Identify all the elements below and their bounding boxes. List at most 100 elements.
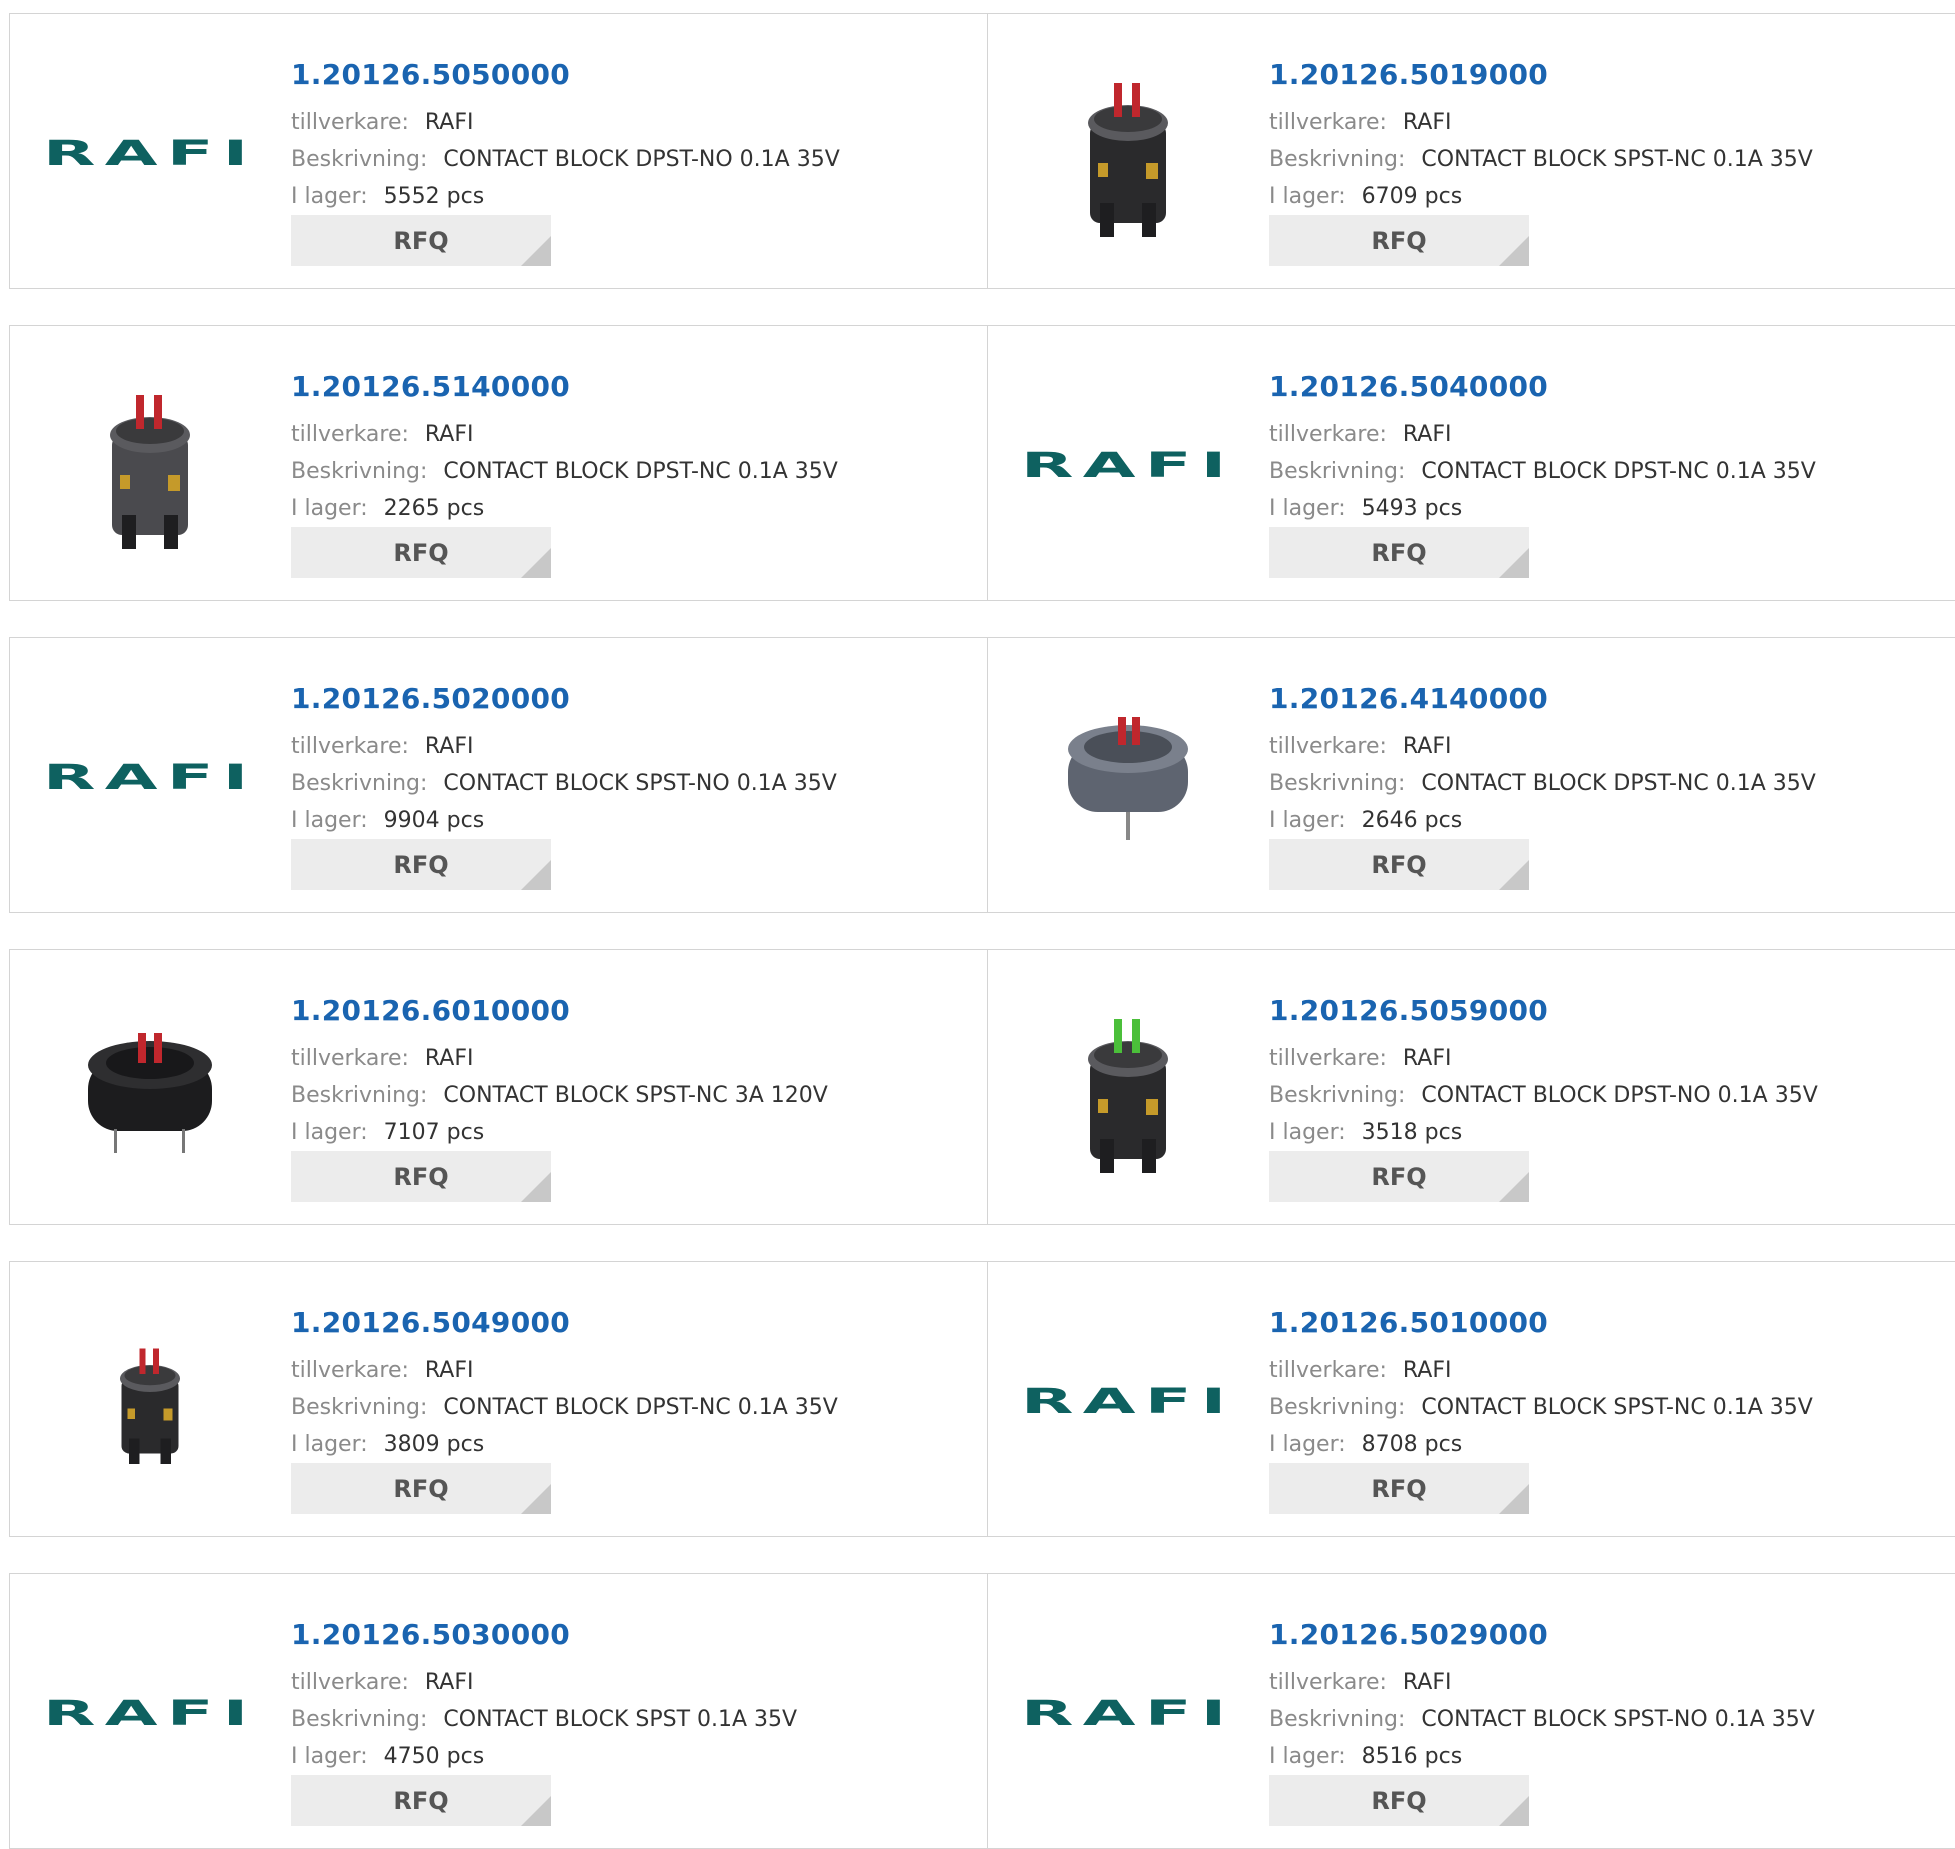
stock-line: I lager: 9904 pcs xyxy=(291,808,484,834)
manufacturer-value: RAFI xyxy=(1402,1670,1452,1695)
corner-triangle-icon xyxy=(1499,1796,1529,1826)
product-thumbnail[interactable] xyxy=(1028,989,1228,1189)
rfq-button[interactable]: RFQ xyxy=(1269,215,1529,266)
stock-value: 6709 pcs xyxy=(1361,184,1463,209)
product-thumbnail[interactable]: RAFI xyxy=(43,677,250,877)
rfq-button[interactable]: RFQ xyxy=(291,527,551,578)
product-card: RAFI 1.20126.5010000 tillverkare: RAFI Beskr… xyxy=(987,1262,1955,1536)
description-label: Beskrivning: xyxy=(291,1395,428,1420)
part-number-link[interactable]: 1.20126.6010000 xyxy=(291,994,570,1027)
part-number-link[interactable]: 1.20126.5040000 xyxy=(1269,370,1548,403)
product-row: RAFI 1.20126.5020000 tillverkare: RAFI Beskr… xyxy=(9,637,1955,913)
description-label: Beskrivning: xyxy=(1269,1395,1406,1420)
description-line: Beskrivning: CONTACT BLOCK DPST-NC 0.1A 3… xyxy=(291,1395,838,1421)
manufacturer-line: tillverkare: RAFI xyxy=(1269,734,1452,760)
product-card: RAFI 1.20126.5040000 tillverkare: RAFI Beskr… xyxy=(987,326,1955,600)
stock-label: I lager: xyxy=(291,1744,368,1769)
part-number-link[interactable]: 1.20126.5050000 xyxy=(291,58,570,91)
product-thumbnail[interactable] xyxy=(50,365,250,565)
rafi-logo: RAFI xyxy=(1020,445,1236,485)
stock-value: 5552 pcs xyxy=(383,184,485,209)
rfq-label: RFQ xyxy=(1371,1786,1427,1815)
product-thumbnail[interactable] xyxy=(50,989,250,1189)
description-line: Beskrivning: CONTACT BLOCK SPST-NO 0.1A 3… xyxy=(1269,1707,1815,1733)
description-line: Beskrivning: CONTACT BLOCK SPST 0.1A 35V xyxy=(291,1707,797,1733)
product-thumbnail[interactable]: RAFI xyxy=(1021,365,1228,565)
product-photo xyxy=(110,395,190,549)
manufacturer-line: tillverkare: RAFI xyxy=(291,734,474,760)
stock-line: I lager: 5493 pcs xyxy=(1269,496,1462,522)
product-card: 1.20126.5140000 tillverkare: RAFI Beskrivni… xyxy=(10,326,987,600)
product-thumbnail[interactable] xyxy=(50,1301,250,1501)
product-thumbnail[interactable]: RAFI xyxy=(1021,1301,1228,1501)
stock-value: 2265 pcs xyxy=(383,496,485,521)
stock-value: 8708 pcs xyxy=(1361,1432,1463,1457)
manufacturer-label: tillverkare: xyxy=(291,422,409,447)
manufacturer-label: tillverkare: xyxy=(1269,1046,1387,1071)
product-card: RAFI 1.20126.5030000 tillverkare: RAFI Beskr… xyxy=(10,1574,987,1848)
rfq-label: RFQ xyxy=(1371,226,1427,255)
product-card: 1.20126.4140000 tillverkare: RAFI Beskrivni… xyxy=(987,638,1955,912)
rfq-button[interactable]: RFQ xyxy=(1269,1463,1529,1514)
corner-triangle-icon xyxy=(1499,548,1529,578)
manufacturer-label: tillverkare: xyxy=(1269,110,1387,135)
manufacturer-line: tillverkare: RAFI xyxy=(1269,110,1452,136)
part-number-link[interactable]: 1.20126.5029000 xyxy=(1269,1618,1548,1651)
part-number-link[interactable]: 1.20126.5140000 xyxy=(291,370,570,403)
stock-label: I lager: xyxy=(291,1432,368,1457)
product-thumbnail[interactable]: RAFI xyxy=(43,53,250,253)
manufacturer-value: RAFI xyxy=(424,1670,474,1695)
stock-line: I lager: 7107 pcs xyxy=(291,1120,484,1146)
product-thumbnail[interactable]: RAFI xyxy=(1021,1613,1228,1813)
product-thumbnail[interactable]: RAFI xyxy=(43,1613,250,1813)
part-number-link[interactable]: 1.20126.5049000 xyxy=(291,1306,570,1339)
product-photo xyxy=(1088,1019,1168,1173)
part-number-link[interactable]: 1.20126.4140000 xyxy=(1269,682,1548,715)
manufacturer-label: tillverkare: xyxy=(291,1046,409,1071)
product-card: RAFI 1.20126.5020000 tillverkare: RAFI Beskr… xyxy=(10,638,987,912)
part-number-link[interactable]: 1.20126.5059000 xyxy=(1269,994,1548,1027)
rfq-button[interactable]: RFQ xyxy=(291,215,551,266)
rfq-button[interactable]: RFQ xyxy=(1269,1775,1529,1826)
description-value: CONTACT BLOCK DPST-NC 0.1A 35V xyxy=(443,1395,838,1420)
rfq-button[interactable]: RFQ xyxy=(291,1775,551,1826)
manufacturer-value: RAFI xyxy=(1402,1358,1452,1383)
description-value: CONTACT BLOCK SPST-NC 0.1A 35V xyxy=(1421,1395,1813,1420)
rfq-button[interactable]: RFQ xyxy=(1269,839,1529,890)
description-line: Beskrivning: CONTACT BLOCK DPST-NO 0.1A 3… xyxy=(1269,1083,1818,1109)
description-value: CONTACT BLOCK DPST-NC 0.1A 35V xyxy=(1421,771,1816,796)
rfq-label: RFQ xyxy=(393,850,449,879)
corner-triangle-icon xyxy=(1499,236,1529,266)
part-number-link[interactable]: 1.20126.5030000 xyxy=(291,1618,570,1651)
part-number-link[interactable]: 1.20126.5019000 xyxy=(1269,58,1548,91)
manufacturer-line: tillverkare: RAFI xyxy=(1269,1670,1452,1696)
manufacturer-line: tillverkare: RAFI xyxy=(1269,1358,1452,1384)
rfq-button[interactable]: RFQ xyxy=(1269,527,1529,578)
product-photo xyxy=(1088,83,1168,237)
stock-line: I lager: 8516 pcs xyxy=(1269,1744,1462,1770)
rfq-button[interactable]: RFQ xyxy=(291,1151,551,1202)
stock-line: I lager: 4750 pcs xyxy=(291,1744,484,1770)
description-label: Beskrivning: xyxy=(1269,459,1406,484)
rfq-button[interactable]: RFQ xyxy=(1269,1151,1529,1202)
product-thumbnail[interactable] xyxy=(1028,677,1228,877)
corner-triangle-icon xyxy=(1499,1172,1529,1202)
rfq-button[interactable]: RFQ xyxy=(291,1463,551,1514)
stock-label: I lager: xyxy=(291,1120,368,1145)
rfq-button[interactable]: RFQ xyxy=(291,839,551,890)
part-number-link[interactable]: 1.20126.5020000 xyxy=(291,682,570,715)
stock-label: I lager: xyxy=(1269,1120,1346,1145)
product-thumbnail[interactable] xyxy=(1028,53,1228,253)
manufacturer-line: tillverkare: RAFI xyxy=(1269,1046,1452,1072)
rfq-label: RFQ xyxy=(1371,538,1427,567)
description-label: Beskrivning: xyxy=(291,771,428,796)
description-value: CONTACT BLOCK DPST-NC 0.1A 35V xyxy=(1421,459,1816,484)
rafi-logo: RAFI xyxy=(1020,1381,1236,1421)
manufacturer-value: RAFI xyxy=(1402,1046,1452,1071)
description-value: CONTACT BLOCK DPST-NO 0.1A 35V xyxy=(1421,1083,1818,1108)
part-number-link[interactable]: 1.20126.5010000 xyxy=(1269,1306,1548,1339)
description-label: Beskrivning: xyxy=(1269,771,1406,796)
manufacturer-label: tillverkare: xyxy=(291,734,409,759)
product-row: 1.20126.6010000 tillverkare: RAFI Beskrivni… xyxy=(9,949,1955,1225)
rfq-label: RFQ xyxy=(393,226,449,255)
